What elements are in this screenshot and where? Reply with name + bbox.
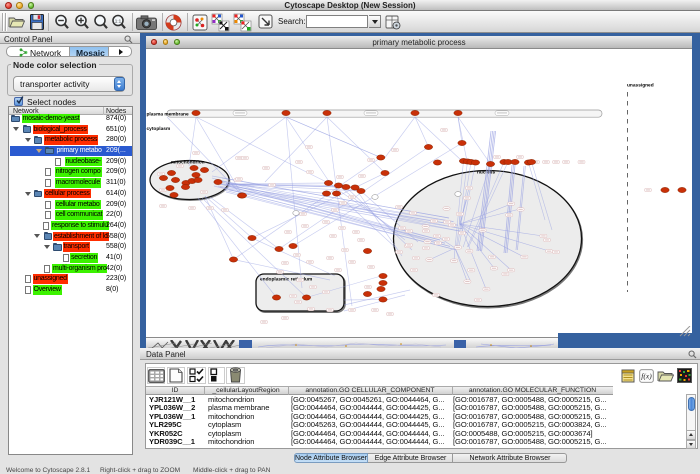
svg-text:unassigned: unassigned [627, 83, 654, 89]
svg-text:cytoplasm: cytoplasm [147, 126, 171, 132]
svg-text:endoplasmic reticulum: endoplasmic reticulum [260, 277, 312, 283]
svg-text:f(x): f(x) [641, 372, 652, 381]
svg-text:1:1: 1:1 [115, 18, 122, 23]
svg-text:plasma membrane: plasma membrane [147, 112, 189, 118]
svg-text:mitochondrion: mitochondrion [171, 160, 205, 166]
